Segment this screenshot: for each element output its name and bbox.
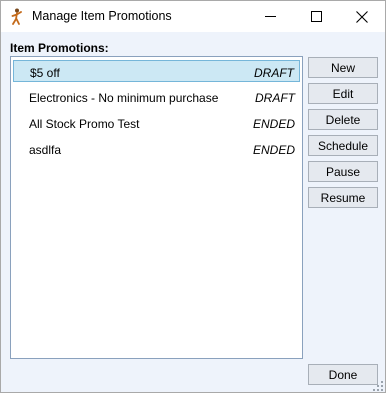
close-icon (356, 10, 368, 23)
maximize-icon (310, 11, 322, 22)
window-title: Manage Item Promotions (32, 9, 172, 23)
promotion-status: DRAFT (255, 91, 295, 105)
pause-button[interactable]: Pause (308, 161, 378, 182)
promotion-status: ENDED (252, 117, 295, 131)
list-item[interactable]: Electronics - No minimum purchase DRAFT (13, 86, 300, 108)
new-button[interactable]: New (308, 57, 378, 78)
promotion-name: Electronics - No minimum purchase (29, 91, 219, 105)
close-button[interactable] (339, 1, 385, 32)
promotion-name: All Stock Promo Test (29, 117, 140, 131)
edit-button[interactable]: Edit (308, 83, 378, 104)
list-item[interactable]: asdlfa ENDED (13, 138, 300, 160)
resume-button[interactable]: Resume (308, 187, 378, 208)
list-item[interactable]: $5 off DRAFT (13, 60, 300, 82)
promotion-name: asdlfa (29, 143, 62, 157)
dialog-window: Manage Item Promotions Item Promotions: … (0, 0, 386, 393)
delete-button[interactable]: Delete (308, 109, 378, 130)
minimize-icon (264, 16, 276, 17)
promotions-list-label: Item Promotions: (10, 41, 109, 55)
schedule-button[interactable]: Schedule (308, 135, 378, 156)
promotion-name: $5 off (30, 66, 60, 80)
title-bar[interactable]: Manage Item Promotions (1, 1, 385, 32)
app-figure-icon (10, 8, 24, 25)
minimize-button[interactable] (247, 1, 293, 32)
done-button[interactable]: Done (308, 364, 378, 385)
promotions-listbox[interactable]: $5 off DRAFT Electronics - No minimum pu… (10, 56, 303, 359)
resize-grip-icon[interactable] (373, 380, 383, 391)
promotion-status: DRAFT (254, 66, 294, 80)
maximize-button[interactable] (293, 1, 339, 32)
list-item[interactable]: All Stock Promo Test ENDED (13, 112, 300, 134)
promotion-status: ENDED (252, 143, 295, 157)
